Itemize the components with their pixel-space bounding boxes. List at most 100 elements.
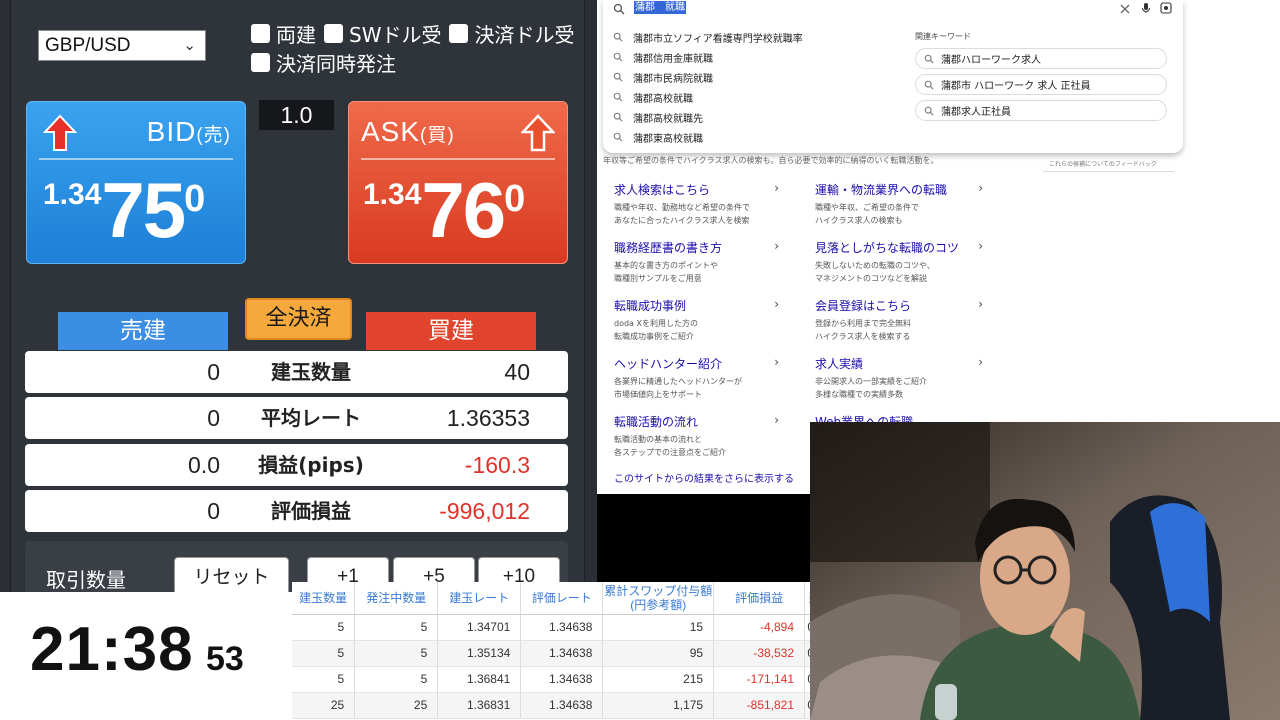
sell-value: 0 [207, 359, 220, 385]
sitelink-title[interactable]: 運輸・物流業界への転職 [815, 181, 983, 198]
checkbox-ryodate[interactable]: 両建 [251, 19, 316, 48]
bid-label: BID(売) [147, 116, 231, 148]
table-row[interactable]: 551.347011.3463815-4,8940 [292, 614, 825, 641]
buy-position-tab[interactable]: 買建 [366, 312, 536, 350]
bid-label-sub: (売) [196, 125, 231, 146]
table-row[interactable]: 25251.368311.346381,175-851,8210 [292, 692, 825, 719]
column-header[interactable]: 建玉レート [437, 582, 522, 615]
checkbox-settle-dollar[interactable]: 決済ドル受 [449, 19, 574, 48]
sitelink[interactable]: 転職活動の流れ › 転職活動の基本の流れと 各ステップでの注意点をご紹介 [614, 413, 779, 459]
chevron-down-icon: ⌄ [183, 37, 196, 54]
suggestion-item[interactable]: 蒲郡東高校就職 [613, 130, 703, 145]
table-cell: 1.34638 [520, 692, 604, 719]
suggestion-item[interactable]: 蒲郡市民病院就職 [613, 70, 713, 85]
checkbox-box[interactable] [251, 24, 270, 43]
close-all-button[interactable]: 全決済 [245, 298, 352, 340]
currency-pair-select[interactable]: GBP/USD ⌄ [38, 30, 206, 61]
clear-icon[interactable] [1119, 3, 1131, 15]
sitelink[interactable]: 求人実績 › 非公開求人の一部実績をご紹介 多様な職種での実績多数 [815, 355, 983, 401]
sitelink-desc: ハイクラス求人の検索も [815, 216, 903, 225]
column-header[interactable]: 発注中数量 [354, 582, 439, 615]
position-row-pips: 0.0 損益(pips) -160.3 [25, 444, 568, 486]
suggestion-item[interactable]: 蒲郡市立ソフィア看護専門学校就職率 [613, 30, 803, 45]
chevron-right-icon: › [774, 181, 779, 195]
suggestion-text: 蒲郡高校就職 [633, 93, 693, 105]
related-keyword-chip[interactable]: 蒲郡求人正社員 [915, 100, 1167, 121]
black-area [597, 494, 810, 582]
table-row[interactable]: 551.368411.34638215-171,1410 [292, 666, 825, 693]
sitelink-title[interactable]: 会員登録はこちら [815, 297, 983, 314]
sitelink[interactable]: 見落としがちな転職のコツ › 失敗しないための転職のコツや、 マネジメントのコツなどを… [815, 239, 983, 285]
sitelink-title[interactable]: 転職活動の流れ [614, 413, 779, 430]
sitelink-title[interactable]: 職務経歴書の書き方 [614, 239, 779, 256]
camera-search-icon[interactable] [1160, 2, 1172, 14]
sitelink-title[interactable]: 求人検索はこちら [614, 181, 779, 198]
suggestion-text: 蒲郡市立ソフィア看護専門学校就職率 [633, 33, 803, 45]
feedback-link[interactable]: これらの候補についてのフィードバック [1043, 155, 1174, 172]
checkbox-simultaneous-order[interactable]: 決済同時発注 [251, 48, 396, 77]
search-input[interactable]: 蒲郡 就職 [634, 1, 686, 14]
related-keyword-chip[interactable]: 蒲郡ハローワーク求人 [915, 48, 1167, 69]
sitelink-title[interactable]: 見落としがちな転職のコツ [815, 239, 983, 256]
suggestion-item[interactable]: 蒲郡信用金庫就職 [613, 50, 713, 65]
checkbox-box[interactable] [449, 24, 469, 43]
sitelink[interactable]: 職務経歴書の書き方 › 基本的な書き方のポイントや 職種別サンプルをご用意 [614, 239, 779, 285]
search-icon [924, 80, 934, 90]
sitelink-desc: doda Xを利用した方の [614, 319, 698, 328]
bid-label-text: BID [146, 116, 197, 147]
table-cell: 5 [354, 640, 439, 667]
ask-price-prefix: 1.34 [363, 178, 422, 211]
ask-label: ASK(買) [361, 116, 455, 148]
sitelink[interactable]: 求人検索はこちら › 職種や年収、勤務地など希望の条件で あなたに合ったハイクラス求人… [614, 181, 779, 227]
sitelink-desc: 登録から利用まで完全無料 [815, 319, 911, 328]
ask-price: 1.34760 [363, 170, 525, 250]
column-header[interactable]: 累計スワップ付与額 (円参考額) [602, 582, 715, 615]
search-icon [613, 52, 623, 62]
search-icon [924, 106, 934, 116]
webcam-feed [810, 422, 1280, 720]
more-results-link[interactable]: このサイトからの結果をさらに表示する [614, 470, 794, 485]
ask-button[interactable]: ASK(買) 1.34760 [348, 101, 568, 264]
sitelink-title[interactable]: 転職成功事例 [614, 297, 779, 314]
table-cell: 25 [292, 692, 356, 719]
table-cell: 1.34701 [437, 614, 522, 641]
ask-label-sub: (買) [420, 125, 455, 146]
sitelink[interactable]: 会員登録はこちら › 登録から利用まで完全無料 ハイクラス求人を検索する [815, 297, 983, 343]
search-icon [613, 132, 623, 142]
sell-position-tab[interactable]: 売建 [58, 312, 228, 350]
table-cell: 5 [292, 614, 356, 641]
microphone-icon[interactable] [1140, 2, 1152, 14]
trading-panel: GBP/USD ⌄ 両建 SWドル受 決済ドル受 決済同時発注 BID(売) 1… [0, 0, 597, 601]
sitelink-desc: 市場価値向上をサポート [614, 390, 702, 399]
chevron-right-icon: › [978, 239, 983, 253]
divider [39, 158, 233, 160]
bid-price-fraction: 0 [184, 178, 206, 220]
sitelink[interactable]: 運輸・物流業界への転職 › 職種や年収、ご希望の条件で ハイクラス求人の検索も [815, 181, 983, 227]
suggestion-item[interactable]: 蒲郡高校就職先 [613, 110, 703, 125]
buy-value: 40 [504, 359, 530, 385]
search-bar[interactable]: 蒲郡 就職 [603, 0, 1183, 20]
suggestion-item[interactable]: 蒲郡高校就職 [613, 90, 693, 105]
sitelink[interactable]: ヘッドハンター紹介 › 各業界に精通したヘッドハンターが 市場価値向上をサポート [614, 355, 779, 401]
search-icon [924, 54, 934, 64]
bid-price-pips: 75 [101, 166, 186, 254]
related-keyword-chip[interactable]: 蒲郡市 ハローワーク 求人 正社員 [915, 74, 1167, 95]
clock-overlay: 21:38 53 [0, 592, 292, 720]
screen: GBP/USD ⌄ 両建 SWドル受 決済ドル受 決済同時発注 BID(売) 1… [0, 0, 1280, 720]
clock-seconds: 53 [206, 640, 244, 678]
reset-button[interactable]: リセット [174, 557, 289, 595]
column-header[interactable]: 評価損益 [713, 582, 806, 615]
chevron-right-icon: › [774, 413, 779, 427]
sitelink-title[interactable]: ヘッドハンター紹介 [614, 355, 779, 372]
sitelink-title[interactable]: 求人実績 [815, 355, 983, 372]
column-header[interactable]: 評価レート [520, 582, 604, 615]
sitelink[interactable]: 転職成功事例 › doda Xを利用した方の 転職成功事例をご紹介 [614, 297, 779, 343]
sitelink-desc: 職種別サンプルをご用意 [614, 274, 702, 283]
checkbox-box[interactable] [324, 24, 343, 43]
table-cell: 1.34638 [520, 666, 604, 693]
table-row[interactable]: 551.351341.3463895-38,5320 [292, 640, 825, 667]
bid-button[interactable]: BID(売) 1.34750 [26, 101, 246, 264]
column-header[interactable]: 建玉数量 [292, 582, 356, 615]
checkbox-sw-dollar[interactable]: SWドル受 [324, 19, 441, 48]
checkbox-box[interactable] [251, 53, 270, 72]
